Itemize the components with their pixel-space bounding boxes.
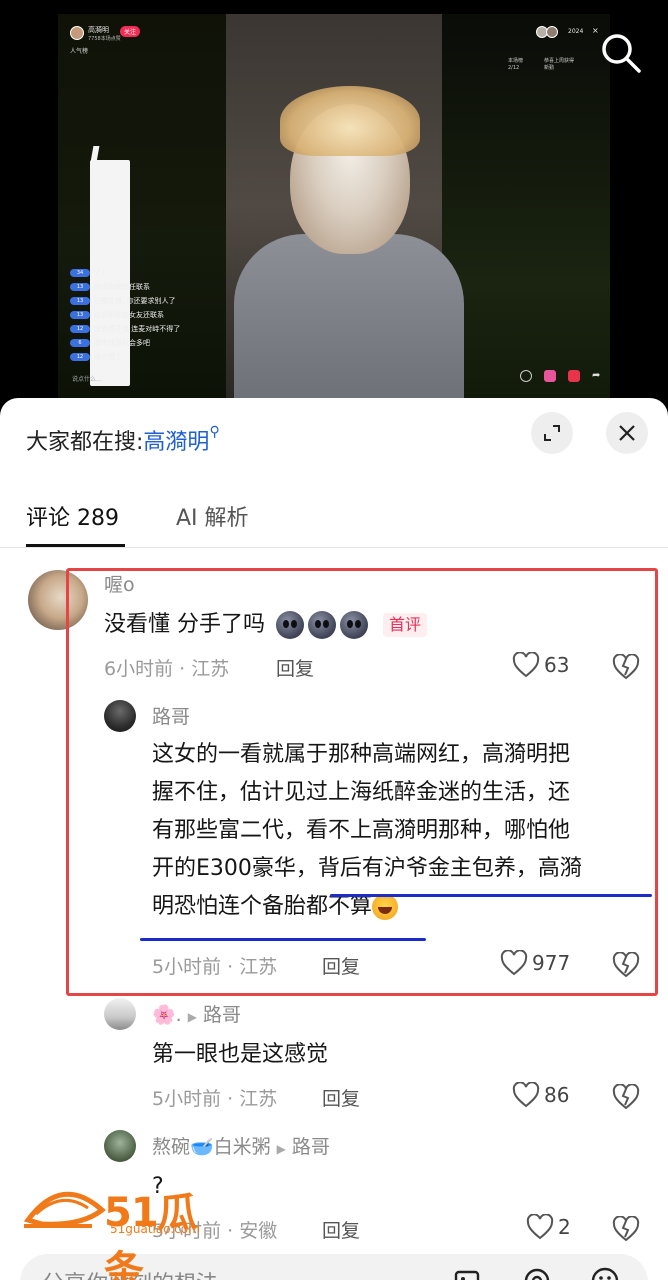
tab-ai-analysis[interactable]: AI 解析 [176, 500, 249, 532]
rank-stat[interactable]: 本场榜 2/12 [508, 58, 523, 72]
honor-banner-sub: 新勤 [544, 65, 555, 71]
chat-text: 说你跟你前女友还联系 [94, 311, 164, 319]
image-icon[interactable] [452, 1266, 482, 1280]
live-chat-list: 34 了? 13 他说你跟前任联系 13 已都乱搞, 你还要求别人了 13 说你跟你前女… [70, 266, 280, 364]
streamer-fans: 7758本场点赞 [88, 36, 121, 42]
rank-stat-label: 本场榜 [508, 58, 524, 64]
comment-author-name: 🌸. [152, 1004, 182, 1026]
dislike-icon[interactable] [612, 1084, 640, 1110]
emoji-tool-icon[interactable] [520, 370, 532, 382]
expand-icon [544, 425, 560, 441]
comment-meta: 5小时前 · 江苏 [152, 1088, 278, 1110]
chat-message: 13 说你跟你前女友还联系 [70, 308, 280, 322]
like-button[interactable]: 86 [512, 1082, 569, 1108]
level-badge: 12 [70, 325, 90, 333]
level-badge: 13 [70, 283, 90, 291]
watermark-logo-icon [23, 1191, 106, 1228]
streamer-hair [280, 86, 420, 156]
expand-button[interactable] [531, 412, 573, 454]
chat-text: 已都乱搞, 你还要求别人了 [94, 297, 176, 305]
honor-banner-label: 恭喜上周获得 [544, 58, 575, 64]
reply-arrow-icon: ▶ [187, 1010, 197, 1024]
reply-arrow-icon: ▶ [276, 1142, 286, 1156]
chat-text: 侠俩都开播 连麦对峙不得了 [94, 325, 181, 333]
trending-search[interactable]: 大家都在搜:高漪明⚲ [26, 424, 220, 456]
close-icon [619, 425, 635, 441]
streamer-name: 高漪明 [88, 26, 109, 34]
honor-banner[interactable]: 恭喜上周获得 新勤 [544, 58, 574, 72]
viewer-count: 2024 [568, 28, 584, 35]
chat-message: 13 已都乱搞, 你还要求别人了 [70, 294, 280, 308]
comment-text: 第一眼也是这感觉 [152, 1042, 329, 1067]
search-mini-icon: ⚲ [209, 424, 220, 440]
streamer-avatar[interactable] [70, 26, 84, 40]
chat-message: 13 他说你跟前任联系 [70, 280, 280, 294]
rank-stat-value: 2/12 [508, 65, 520, 71]
live-video-player[interactable]: 高漪明 7758本场点赞 关注 人气榜 2024 × 本场榜 2/12 恭喜上周… [0, 0, 668, 420]
reply-button[interactable]: 回复 [322, 1216, 360, 1243]
tab-comments[interactable]: 评论 289 [26, 500, 119, 532]
close-button[interactable] [606, 412, 648, 454]
level-badge: 12 [70, 353, 90, 361]
chat-text: 了? [94, 269, 105, 277]
heart-icon [526, 1214, 554, 1240]
red-packet-icon[interactable] [568, 370, 580, 382]
chat-text: 城市还是机会多吧 [94, 339, 150, 347]
like-count: 2 [558, 1215, 571, 1239]
trending-search-term[interactable]: 高漪明 [143, 430, 209, 455]
level-badge: 13 [70, 311, 90, 319]
reply-to-name[interactable]: 路哥 [292, 1136, 330, 1158]
mention-icon[interactable] [522, 1266, 552, 1280]
trending-search-prefix: 大家都在搜: [26, 430, 144, 455]
heart-icon [512, 1082, 540, 1108]
comment-author[interactable]: 熬碗🥣白米粥 ▶ 路哥 [152, 1132, 330, 1159]
level-badge: 13 [70, 297, 90, 305]
chat-message: 34 了? [70, 266, 280, 280]
rank-label[interactable]: 人气榜 [70, 46, 88, 55]
watermark-url: 51guatiao.com [110, 1222, 200, 1236]
video-frame: 高漪明 7758本场点赞 关注 人气榜 2024 × 本场榜 2/12 恭喜上周… [58, 14, 610, 398]
follow-button[interactable]: 关注 [120, 26, 141, 37]
dislike-icon[interactable] [612, 1216, 640, 1242]
search-icon[interactable] [598, 30, 644, 76]
comment-author-name: 熬碗🥣白米粥 [152, 1136, 271, 1158]
share-icon[interactable]: ➦ [592, 370, 604, 382]
reply-to-name[interactable]: 路哥 [203, 1004, 241, 1026]
level-badge: 34 [70, 269, 90, 277]
comment-author[interactable]: 🌸. ▶ 路哥 [152, 1000, 241, 1027]
live-toolbar: ➦ [520, 370, 604, 384]
comments-sheet: 大家都在搜:高漪明⚲ 评论 289 AI 解析 喔o 没看懂 分手了吗 首评 6… [0, 398, 668, 1280]
chat-text: 他说你跟前任联系 [94, 283, 150, 291]
video-bg-right [440, 14, 610, 398]
like-button[interactable]: 2 [526, 1214, 571, 1240]
avatar[interactable] [104, 998, 136, 1030]
red-highlight-box [66, 568, 658, 996]
chat-message: 6 城市还是机会多吧 [70, 336, 280, 350]
reply-button[interactable]: 回复 [322, 1084, 360, 1111]
chat-message: 12 播点赞了 [70, 350, 280, 364]
avatar[interactable] [104, 1130, 136, 1162]
tab-divider [0, 547, 668, 548]
viewer-avatars[interactable] [536, 26, 562, 38]
emoji-icon[interactable] [590, 1266, 620, 1280]
like-count: 86 [544, 1083, 570, 1107]
site-watermark: 51瓜条 51guatiao.com [22, 1180, 232, 1280]
chat-text: 播点赞了 [94, 353, 122, 361]
level-badge: 6 [70, 339, 90, 347]
chat-message: 12 侠俩都开播 连麦对峙不得了 [70, 322, 280, 336]
gift-icon[interactable] [544, 370, 556, 382]
live-chat-input[interactable]: 说点什么... [72, 374, 102, 383]
